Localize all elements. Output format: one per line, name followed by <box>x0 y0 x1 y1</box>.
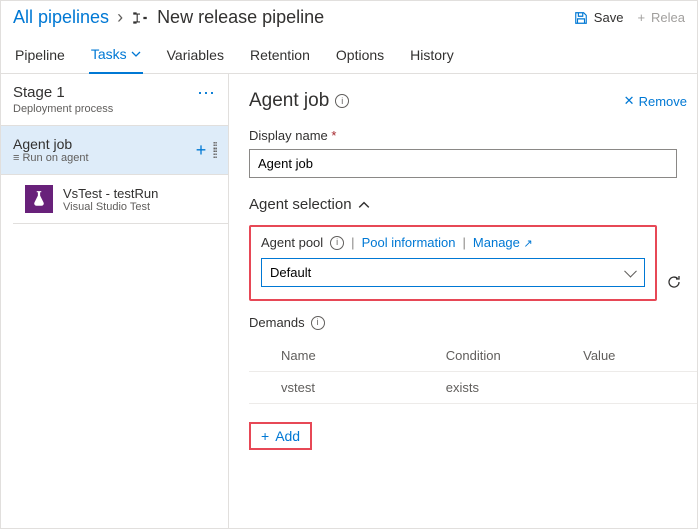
agent-pool-select[interactable]: Default <box>261 258 645 287</box>
save-icon <box>574 11 588 25</box>
agent-job-sub: Run on agent <box>13 152 89 164</box>
info-icon[interactable]: i <box>311 316 325 330</box>
task-row-vstest[interactable]: VsTest - testRun Visual Studio Test <box>13 175 228 224</box>
remove-button[interactable]: ✕ Remove <box>624 93 687 109</box>
stage-subtitle: Deployment process <box>13 103 113 115</box>
tab-retention[interactable]: Retention <box>248 40 312 73</box>
tab-variables[interactable]: Variables <box>165 40 226 73</box>
plus-icon: + <box>261 428 269 444</box>
task-sub: Visual Studio Test <box>63 201 158 213</box>
stage-more-button[interactable]: ⋯ <box>197 84 216 102</box>
tab-bar: Pipeline Tasks Variables Retention Optio… <box>1 32 697 74</box>
info-icon[interactable]: i <box>330 236 344 250</box>
external-link-icon: ↗ <box>524 238 533 250</box>
release-label: Relea <box>651 10 685 25</box>
flask-icon <box>25 185 53 213</box>
remove-label: Remove <box>639 94 687 109</box>
stage-name: Stage 1 <box>13 84 113 101</box>
breadcrumb-root-link[interactable]: All pipelines <box>13 7 109 28</box>
col-value: Value <box>583 348 693 363</box>
table-row[interactable]: vstest exists <box>249 372 697 404</box>
agent-job-name: Agent job <box>13 136 89 152</box>
demand-name: vstest <box>281 380 446 395</box>
add-task-button[interactable]: + <box>196 141 207 159</box>
agent-pool-highlight: Agent pool i | Pool information | Manage… <box>249 225 657 301</box>
tab-options[interactable]: Options <box>334 40 386 73</box>
demand-condition: exists <box>446 380 583 395</box>
add-label: Add <box>275 428 300 444</box>
save-label: Save <box>594 10 624 25</box>
chevron-right-icon: › <box>117 7 123 28</box>
info-icon[interactable]: i <box>335 94 349 108</box>
tab-tasks-label: Tasks <box>91 46 127 62</box>
release-button: + Relea <box>637 10 685 25</box>
pipeline-icon <box>131 9 149 27</box>
display-name-label: Display name * <box>249 128 677 143</box>
tab-pipeline[interactable]: Pipeline <box>13 40 67 73</box>
display-name-input[interactable] <box>249 149 677 178</box>
panel-title: Agent job <box>249 90 329 112</box>
task-name: VsTest - testRun <box>63 186 158 201</box>
col-name: Name <box>281 348 446 363</box>
col-condition: Condition <box>446 348 583 363</box>
agent-selection-label: Agent selection <box>249 196 352 213</box>
chevron-up-icon <box>358 199 370 211</box>
manage-link[interactable]: Manage ↗ <box>473 235 533 250</box>
agent-selection-toggle[interactable]: Agent selection <box>249 196 697 213</box>
stage-header[interactable]: Stage 1 Deployment process ⋯ <box>1 74 228 126</box>
pool-information-link[interactable]: Pool information <box>362 235 456 250</box>
drag-handle-icon[interactable]: ⁞⁞⁞⁞ <box>212 144 216 156</box>
chevron-down-icon <box>131 49 141 59</box>
tab-tasks[interactable]: Tasks <box>89 40 143 74</box>
close-icon: ✕ <box>624 93 635 109</box>
plus-icon: + <box>637 10 645 25</box>
page-title: New release pipeline <box>157 7 324 28</box>
save-button[interactable]: Save <box>574 10 624 25</box>
demand-value <box>583 380 693 395</box>
tab-history[interactable]: History <box>408 40 456 73</box>
add-demand-button[interactable]: + Add <box>249 422 312 450</box>
demands-table: Name Condition Value vstest exists <box>249 340 697 404</box>
demands-label: Demands <box>249 315 305 330</box>
agent-pool-label: Agent pool <box>261 235 323 250</box>
refresh-button[interactable] <box>665 273 683 291</box>
agent-job-row[interactable]: Agent job Run on agent + ⁞⁞⁞⁞ <box>1 126 228 175</box>
breadcrumb: All pipelines › New release pipeline <box>13 7 324 28</box>
